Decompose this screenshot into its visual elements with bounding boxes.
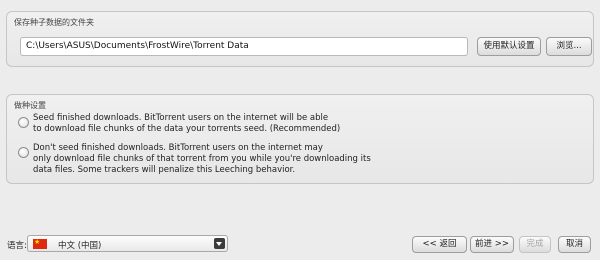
seeding-settings-panel: 做种设置 Seed finished downloads. BitTorrent…	[6, 94, 594, 184]
seed-option-line: Seed finished downloads. BitTorrent user…	[33, 113, 329, 123]
language-select-value: 中文 (中国)	[58, 241, 102, 251]
use-default-button[interactable]: 使用默认设置	[477, 37, 541, 56]
browse-button[interactable]: 浏览...	[546, 37, 592, 56]
save-folder-title: 保存种子数据的文件夹	[14, 18, 94, 27]
seed-radio[interactable]	[18, 117, 29, 128]
china-flag-icon: ★	[33, 238, 47, 249]
seeding-settings-title: 做种设置	[14, 101, 46, 110]
seed-option-line: to download file chunks of the data your…	[33, 124, 341, 134]
seed-option-label: Seed finished downloads. BitTorrent user…	[33, 113, 393, 135]
save-folder-panel: 保存种子数据的文件夹 C:\Users\ASUS\Documents\Frost…	[6, 11, 594, 67]
language-select[interactable]: ★ 中文 (中国)	[27, 235, 228, 252]
chevron-down-icon[interactable]	[214, 238, 225, 249]
no-seed-option-line: only download file chunks of that torren…	[33, 154, 371, 164]
back-button[interactable]: << 返回	[412, 236, 467, 253]
next-button[interactable]: 前进 >>	[470, 236, 514, 253]
no-seed-option-line: data files. Some trackers will penalize …	[33, 165, 296, 175]
save-folder-path-input[interactable]: C:\Users\ASUS\Documents\FrostWire\Torren…	[20, 37, 468, 56]
cancel-button[interactable]: 取消	[558, 236, 591, 253]
no-seed-radio[interactable]	[18, 147, 29, 158]
language-label: 语言:	[7, 241, 27, 251]
finish-button[interactable]: 完成	[519, 236, 551, 253]
no-seed-option-label: Don't seed finished downloads. BitTorren…	[33, 143, 393, 176]
no-seed-option-line: Don't seed finished downloads. BitTorren…	[33, 143, 323, 153]
